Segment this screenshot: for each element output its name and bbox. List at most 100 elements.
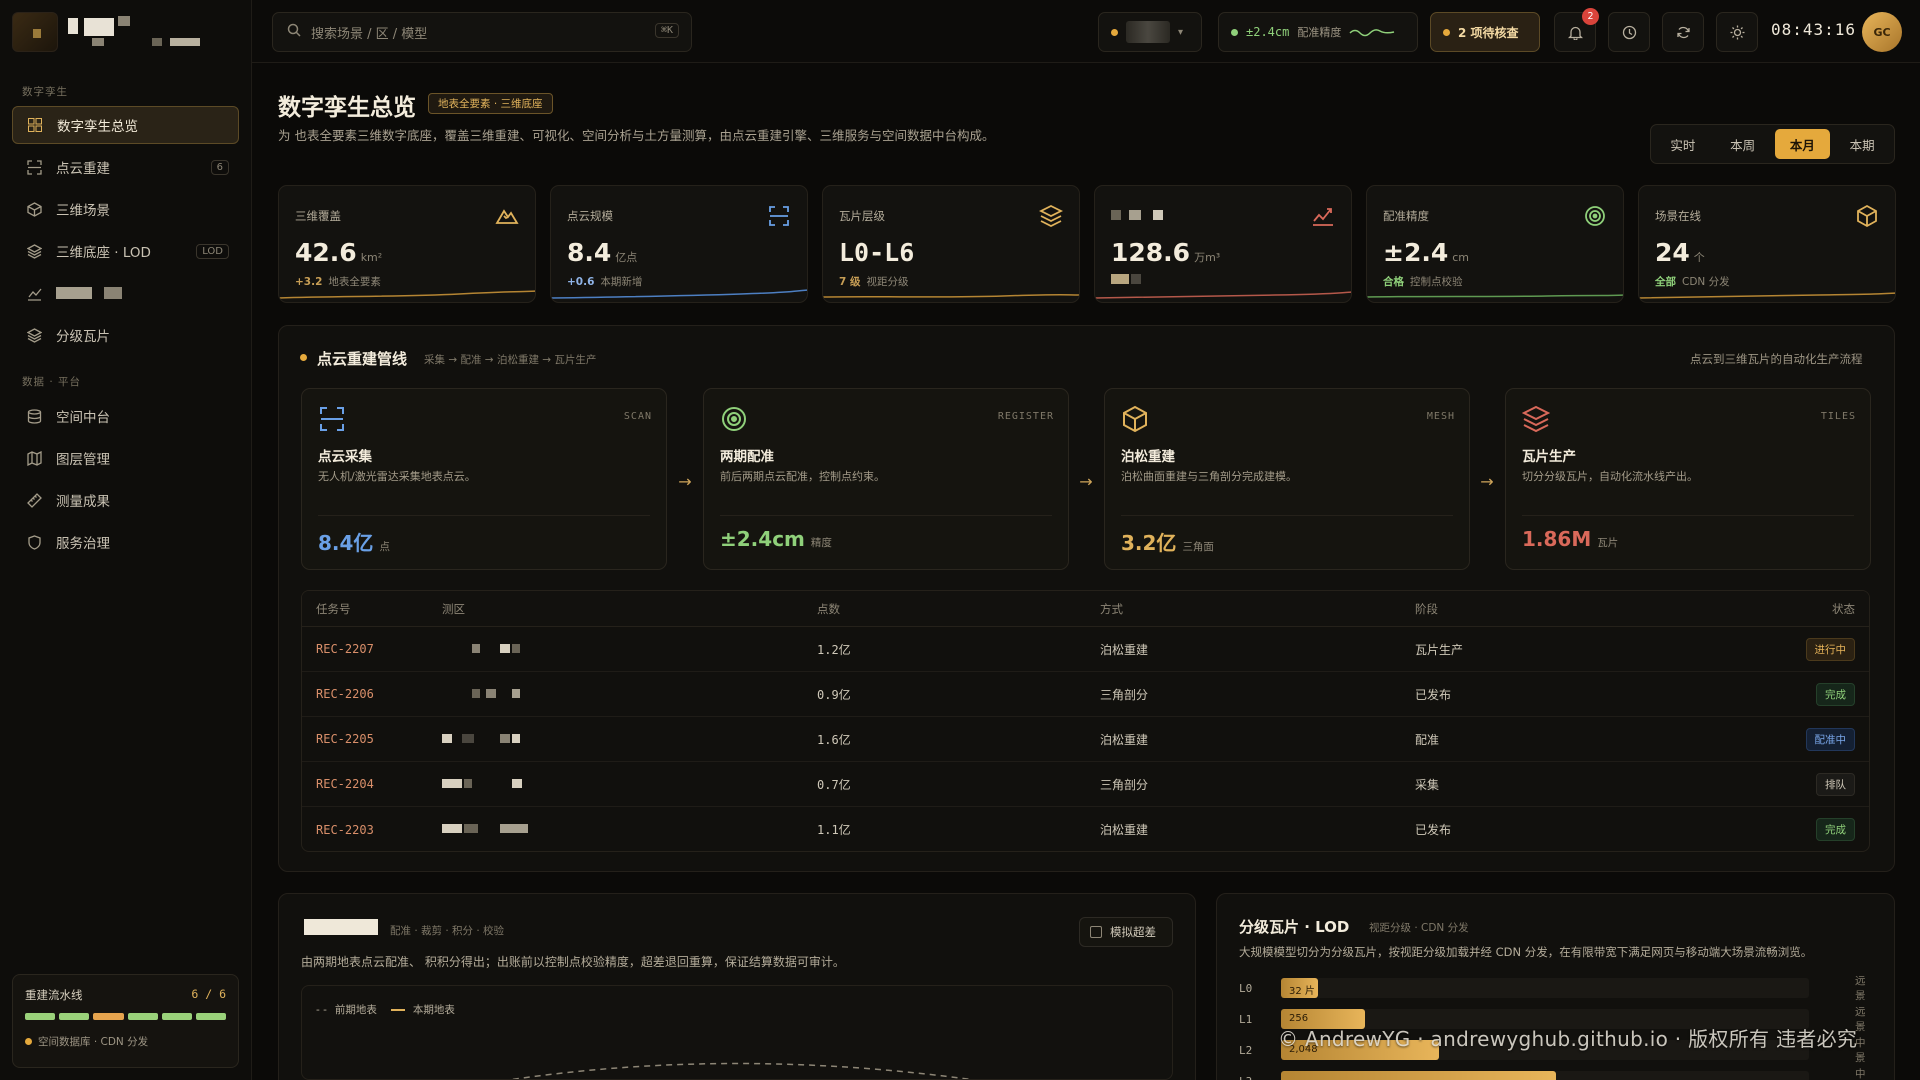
- sidebar-item-3d-scene[interactable]: 三维场景: [12, 190, 239, 228]
- theme-toggle-button[interactable]: [1716, 12, 1758, 52]
- pipeline-breadcrumb: 采集 → 配准 → 泊松重建 → 瓦片生产: [424, 354, 597, 366]
- layers-icon: [26, 243, 42, 259]
- kpi-sparkline: [551, 289, 807, 299]
- kpi-card-pointcloud[interactable]: 点云规模 8.4 亿点 +0.6 本期新增: [550, 185, 808, 303]
- sidebar-item-pointcloud[interactable]: 点云重建 6: [12, 148, 239, 186]
- lod-panel-title: 分级瓦片 · LOD: [1239, 918, 1350, 936]
- kpi-unit: 万m³: [1194, 251, 1221, 264]
- history-button[interactable]: [1608, 12, 1650, 52]
- stage-card-scan[interactable]: SCAN 点云采集 无人机/激光雷达采集地表点云。 8.4亿点: [301, 388, 667, 570]
- period-realtime[interactable]: 实时: [1655, 129, 1711, 159]
- pending-review-label: 2 项待核查: [1458, 25, 1519, 40]
- column-header: 点数: [817, 601, 840, 616]
- clock-icon: [1622, 25, 1636, 39]
- pipeline-segment: [93, 1013, 124, 1020]
- sidebar-item-tiles[interactable]: 分级瓦片: [12, 316, 239, 354]
- kpi-value: ±2.4: [1383, 238, 1449, 267]
- app-logo[interactable]: [12, 12, 58, 52]
- stage-desc: 切分分级瓦片，自动化流水线产出。: [1522, 470, 1698, 483]
- stage-name: 泊松重建: [1121, 449, 1175, 465]
- zone-pixelated: [442, 822, 542, 834]
- sidebar-item-measurements[interactable]: 测量成果: [12, 481, 239, 519]
- kpi-card-tile-levels[interactable]: 瓦片层级 L0-L6 7 级视距分级: [822, 185, 1080, 303]
- stage: 已发布: [1415, 823, 1452, 837]
- sidebar-item-label: 测量成果: [56, 494, 110, 510]
- pipeline-segment: [25, 1013, 56, 1020]
- stage-metric-unit: 瓦片: [1597, 537, 1619, 549]
- stage-card-mesh[interactable]: MESH 泊松重建 泊松曲面重建与三角剖分完成建模。 3.2亿 三角面: [1104, 388, 1470, 570]
- status-dot: [1111, 28, 1118, 36]
- period-month[interactable]: 本月: [1774, 129, 1831, 159]
- column-header: 状态: [1832, 601, 1855, 616]
- method: 泊松重建: [1100, 732, 1149, 747]
- sun-icon: [1730, 25, 1744, 39]
- kpi-card-coverage[interactable]: 三维覆盖 42.6 km² +3.2 地表全要素: [278, 185, 536, 303]
- stage-code: TILES: [1820, 411, 1856, 422]
- notifications-button[interactable]: 2: [1554, 8, 1599, 52]
- sidebar-item-3d-base-lod[interactable]: 三维底座 · LOD LOD: [12, 232, 239, 270]
- kpi-card-accuracy[interactable]: 配准精度 ±2.4 cm 合格 控制点校验: [1366, 185, 1624, 303]
- map-icon: [26, 450, 42, 466]
- table-row[interactable]: REC-2205 1.6亿 泊松重建 配准 配准中: [302, 717, 1869, 762]
- stage-metric: 8.4亿: [318, 531, 374, 555]
- status-badge: 完成: [1816, 818, 1855, 841]
- sidebar-item-label: 图层管理: [56, 452, 110, 468]
- task-id: REC-2207: [316, 642, 374, 656]
- sidebar-item-label: 三维底座 · LOD: [56, 245, 151, 261]
- divider: [1121, 515, 1453, 516]
- lod-track: 32 片: [1281, 978, 1809, 998]
- kpi-label: 场景在线: [1655, 209, 1701, 223]
- stage-card-tiles[interactable]: TILES 瓦片生产 切分分级瓦片，自动化流水线产出。 1.86M 瓦片: [1505, 388, 1871, 570]
- stage-card-register[interactable]: REGISTER 两期配准 前后两期点云配准，控制点约束。 ±2.4cm 精度: [703, 388, 1069, 570]
- search-box[interactable]: 搜索场景 / 区 / 模型 ⌘K: [272, 12, 692, 52]
- refresh-button[interactable]: [1662, 12, 1704, 52]
- sidebar-item-earthwork[interactable]: [12, 274, 239, 312]
- pipeline-count: 6 / 6: [191, 987, 226, 1001]
- stage-metric: 3.2亿: [1121, 531, 1177, 555]
- table-row[interactable]: REC-2207 1.2亿 泊松重建 瓦片生产 进行中: [302, 627, 1869, 672]
- zone-pixelated: [442, 642, 542, 654]
- kpi-card-earthwork[interactable]: 128.6 万m³: [1094, 185, 1352, 303]
- sidebar-item-spatial-platform[interactable]: 空间中台: [12, 397, 239, 435]
- bell-icon: [1567, 26, 1583, 40]
- tasks-table: 任务号 测区 点数 方式 阶段 状态 REC-2207 1.2亿 泊松重建 瓦片…: [301, 590, 1870, 852]
- zone-pixelated: [442, 777, 542, 789]
- checkbox[interactable]: [1090, 926, 1102, 938]
- table-row[interactable]: REC-2206 0.9亿 三角剖分 已发布 完成: [302, 672, 1869, 717]
- pipeline-title: 重建流水线: [25, 988, 83, 1002]
- notification-count: 2: [1582, 8, 1599, 25]
- period-selector: 实时 本周 本月 本期: [1650, 124, 1895, 164]
- sidebar-item-layers[interactable]: 图层管理: [12, 439, 239, 477]
- chevron-down-icon: ▾: [1178, 26, 1184, 38]
- stage-desc: 前后两期点云配准，控制点约束。: [720, 470, 885, 483]
- table-row[interactable]: REC-2204 0.7亿 三角剖分 采集 排队: [302, 762, 1869, 807]
- shield-icon: [26, 534, 42, 550]
- simulate-exceed-toggle[interactable]: 模拟超差: [1079, 917, 1173, 947]
- sidebar-item-service-governance[interactable]: 服务治理: [12, 523, 239, 561]
- kpi-value: 128.6: [1111, 238, 1191, 267]
- pending-review-button[interactable]: 2 项待核查: [1430, 12, 1540, 52]
- search-input[interactable]: 搜索场景 / 区 / 模型: [311, 23, 427, 42]
- avatar[interactable]: GC: [1862, 12, 1902, 52]
- column-header: 方式: [1100, 601, 1123, 616]
- title-tag: 地表全要素 · 三维底座: [428, 93, 553, 114]
- period-phase[interactable]: 本期: [1834, 129, 1890, 159]
- sidebar-item-label: 服务治理: [56, 536, 110, 552]
- kpi-sparkline: [1639, 292, 1895, 299]
- table-row[interactable]: REC-2203 1.1亿 泊松重建 已发布 完成: [302, 807, 1869, 851]
- period-week[interactable]: 本周: [1715, 129, 1771, 159]
- section-label-data: 数据 · 平台: [22, 376, 82, 388]
- kpi-card-scenes-online[interactable]: 场景在线 24 个 全部 CDN 分发: [1638, 185, 1896, 303]
- section-label-twin: 数字孪生: [22, 86, 68, 98]
- stage-desc: 泊松曲面重建与三角剖分完成建模。: [1121, 470, 1297, 483]
- status-dot: [1231, 28, 1238, 36]
- sidebar-item-overview[interactable]: 数字孪生总览: [12, 106, 239, 144]
- scene-selector[interactable]: ▾: [1098, 12, 1202, 52]
- kpi-unit: cm: [1452, 251, 1469, 264]
- lod-row: L0 32 片 远景: [1239, 975, 1866, 1002]
- kpi-value: 8.4: [567, 238, 612, 267]
- divider: [1522, 515, 1854, 516]
- target-icon: [722, 407, 746, 431]
- arrow-right-icon: →: [1480, 472, 1494, 491]
- accuracy-indicator: ±2.4cm 配准精度: [1218, 12, 1418, 52]
